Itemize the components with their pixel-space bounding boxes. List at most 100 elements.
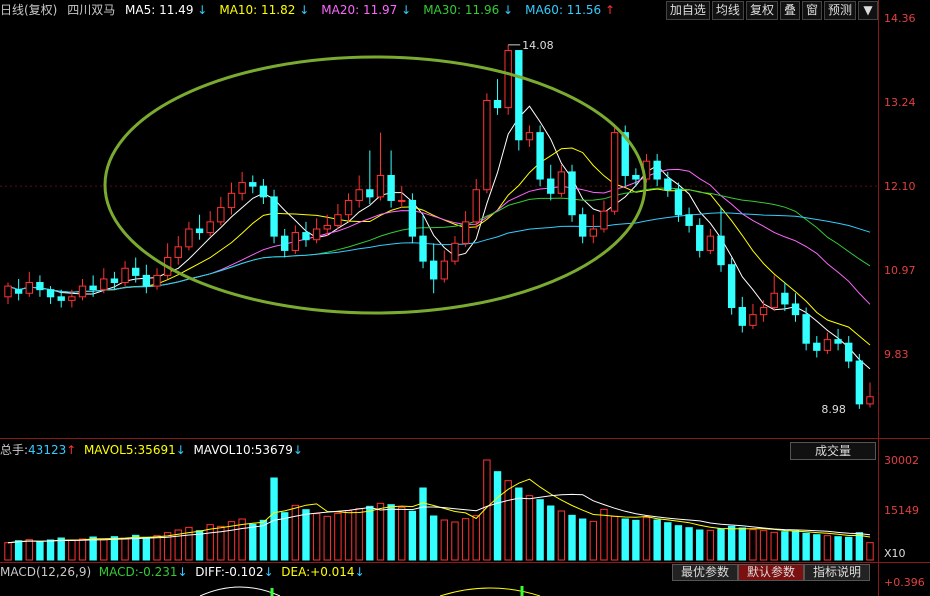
volume-bar-up [706, 529, 715, 561]
candle-up [78, 285, 87, 298]
candle-up [238, 182, 246, 194]
candle-down [429, 260, 438, 280]
candle-up [610, 132, 619, 212]
candle-down [791, 303, 800, 316]
candle-down [270, 196, 278, 237]
price-axis-line [878, 0, 879, 596]
volume-bar-up [504, 480, 512, 561]
volume-bar-down [536, 499, 544, 561]
volume-bar-down [664, 522, 672, 561]
candle-down [142, 274, 151, 287]
candle-up [759, 307, 768, 316]
candle-up [323, 224, 331, 230]
candle-down [845, 342, 853, 362]
candle-up [589, 228, 598, 237]
candle-up [472, 189, 480, 223]
candle-up [174, 246, 182, 259]
candle-up [25, 282, 33, 294]
volume-bar-up [376, 502, 385, 561]
low-label: 8.98 [821, 403, 846, 416]
volume-bar-down [366, 505, 374, 561]
volume-bar-down [36, 541, 44, 561]
candle-down [802, 314, 810, 344]
volume-bar-down [46, 539, 55, 561]
volume-bar-down [791, 530, 800, 561]
volume-bar-down [408, 510, 417, 561]
volume-bar-down [547, 505, 555, 561]
candle-up [68, 296, 76, 301]
volume-bar-down [727, 525, 736, 561]
volume-bar-down [195, 530, 204, 561]
volume-bar-down [270, 477, 278, 561]
volume-bar-up [153, 535, 161, 561]
candle-down [834, 339, 842, 344]
candle-down [57, 296, 65, 301]
candle-down [653, 160, 661, 180]
volume-bar-down [802, 532, 810, 561]
candle-up [334, 214, 342, 226]
candle-down [855, 360, 864, 405]
volume-bar-up [291, 504, 300, 561]
candle-down [259, 185, 268, 198]
ma20-line [7, 168, 871, 305]
macd-tick: +0.396 [884, 576, 925, 589]
volume-bar-down [621, 518, 629, 561]
volume-bar-down [653, 519, 661, 561]
candle-up [121, 267, 129, 284]
candle-down [685, 214, 693, 226]
macd-diff-curve [199, 586, 281, 596]
candle-up [206, 221, 214, 234]
candle-down [717, 235, 725, 266]
volume-bar-down [674, 525, 683, 561]
volume-bar-up [749, 529, 757, 561]
volume-bar-up [589, 520, 598, 561]
candle-up [153, 274, 161, 287]
candle-down [578, 214, 587, 237]
volume-bar-up [344, 510, 353, 561]
candle-down [632, 174, 640, 180]
candle-down [727, 264, 736, 309]
volume-bar-up [557, 510, 566, 561]
volume-bar-down [781, 531, 789, 561]
volume-bar-up [770, 531, 778, 561]
candle-down [696, 224, 704, 251]
candle-down [547, 178, 555, 194]
candle-down [387, 174, 395, 201]
high-label: 14.08 [522, 39, 554, 52]
volume-bar-down [696, 529, 704, 561]
volume-bar-down [387, 504, 395, 561]
macd-dea-curve [439, 587, 541, 596]
candle-down [302, 232, 310, 241]
volume-bar-down [717, 528, 725, 561]
candle-up [398, 199, 406, 202]
volume-bar-up [823, 535, 832, 561]
candle-up [451, 242, 459, 262]
volume-bar-up [355, 508, 363, 561]
candle-down [195, 228, 204, 234]
candle-down [536, 132, 544, 180]
volume-bar-down [249, 523, 257, 561]
candle-down [366, 189, 374, 198]
candle-up [557, 171, 566, 194]
candle-up [483, 100, 491, 191]
volume-bar-up [866, 542, 874, 561]
ma30-line [7, 187, 871, 293]
volume-bar-up [398, 506, 406, 561]
candle-up [600, 210, 608, 230]
volume-bar-up [68, 539, 76, 561]
volume-bar-up [600, 508, 608, 561]
candle-down [781, 292, 789, 305]
volume-bar-up [334, 512, 342, 561]
ma60-line [7, 212, 871, 293]
volume-bar-down [110, 536, 119, 561]
candle-up [344, 199, 353, 216]
candle-down [46, 289, 55, 298]
candle-up [706, 235, 715, 251]
volume-bar-up [100, 538, 108, 561]
candle-up [185, 228, 193, 248]
volume-bar-down [429, 515, 438, 561]
volume-bar-down [14, 540, 23, 561]
volume-bar-up [461, 518, 470, 561]
volume-bar-up [78, 538, 87, 561]
volume-bar-down [578, 518, 587, 561]
